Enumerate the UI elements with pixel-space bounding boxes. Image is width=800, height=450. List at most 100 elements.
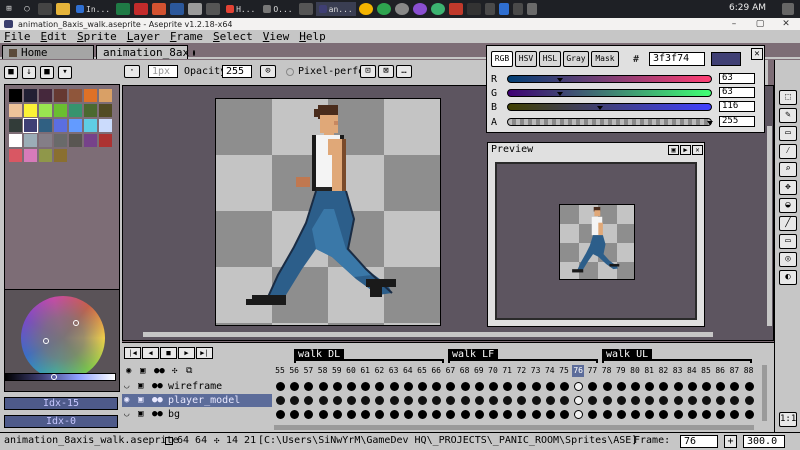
frame-number[interactable]: 65	[416, 365, 428, 377]
app-purple-icon[interactable]	[412, 3, 427, 15]
next-frame-button[interactable]: ▶	[178, 347, 195, 359]
palette-swatch[interactable]	[24, 89, 37, 102]
palette-swatch[interactable]	[54, 104, 67, 117]
palette-swatch[interactable]	[99, 104, 112, 117]
palette-swatch[interactable]	[54, 134, 67, 147]
timeline-cel[interactable]	[290, 410, 300, 419]
bg-visibility-icon[interactable]: ◡	[124, 408, 129, 421]
frame-number[interactable]: 58	[317, 365, 329, 377]
acrobat-icon[interactable]	[134, 3, 149, 15]
timeline-cel[interactable]	[645, 382, 655, 391]
pixel-perfect-checkbox[interactable]	[286, 68, 294, 76]
windows-start-icon[interactable]: ⊞	[2, 3, 16, 15]
maximize-button[interactable]: ▢	[748, 18, 772, 30]
green-thumb-icon[interactable]	[557, 92, 563, 96]
timeline-cel[interactable]	[375, 396, 385, 405]
timeline-cel[interactable]	[460, 396, 470, 405]
timeline-cel[interactable]	[489, 396, 498, 405]
blue-value[interactable]: 116	[719, 101, 755, 112]
pencil-tool-icon[interactable]: ✎	[779, 108, 797, 123]
timeline-cel[interactable]	[616, 382, 626, 391]
taskbar-app-1[interactable]: In...	[73, 2, 113, 16]
palette-swatch[interactable]	[9, 119, 22, 132]
palette-swatch[interactable]	[99, 119, 112, 132]
timeline-cel[interactable]	[616, 396, 626, 405]
frame-number[interactable]: 64	[402, 365, 414, 377]
timeline-vscroll[interactable]	[762, 365, 767, 421]
frame-number[interactable]: 88	[743, 365, 755, 377]
timeline-cel[interactable]	[588, 410, 598, 419]
timeline-cel[interactable]	[304, 382, 314, 391]
blue-slider[interactable]	[507, 103, 712, 111]
timeline-cel[interactable]	[432, 382, 442, 391]
menu-sprite[interactable]: Sprite	[73, 30, 123, 43]
palette-swatch[interactable]	[39, 119, 52, 132]
palette-swatch[interactable]	[9, 89, 22, 102]
word-icon[interactable]	[170, 3, 185, 15]
frame-number[interactable]: 60	[345, 365, 357, 377]
timeline-cel[interactable]	[446, 396, 456, 405]
frame-number[interactable]: 55	[274, 365, 286, 377]
timeline-cel[interactable]	[361, 410, 371, 419]
one-to-one-icon[interactable]: 1:1	[779, 412, 797, 427]
bucket-tool-icon[interactable]: ◒	[779, 198, 797, 213]
timeline-cel[interactable]	[560, 410, 569, 419]
timeline-cel[interactable]	[631, 410, 640, 419]
preview-close-icon[interactable]: ✕	[692, 145, 703, 155]
timeline-cel[interactable]	[645, 396, 655, 405]
rectangle-tool-icon[interactable]: ▭	[779, 234, 797, 249]
app-green-icon[interactable]	[376, 3, 391, 15]
timeline-cel[interactable]	[631, 382, 640, 391]
timeline-cel[interactable]	[290, 382, 300, 391]
tab-gray[interactable]: Gray	[563, 51, 589, 67]
blur-tool-icon[interactable]: ◐	[779, 270, 797, 285]
timeline-cel[interactable]	[403, 396, 413, 405]
timeline-cel[interactable]	[347, 396, 356, 405]
app-red-icon[interactable]	[448, 3, 463, 15]
red-thumb-icon[interactable]	[557, 78, 563, 82]
line-tool-icon[interactable]: ╱	[779, 216, 797, 231]
timeline-cel[interactable]	[716, 382, 726, 391]
timeline-cel[interactable]	[744, 382, 754, 391]
timeline-cel[interactable]	[347, 382, 356, 391]
timeline-cel[interactable]	[645, 410, 655, 419]
frame-number[interactable]: 71	[501, 365, 513, 377]
frame-number[interactable]: 77	[586, 365, 598, 377]
timeline-cel[interactable]	[716, 410, 726, 419]
frame-number[interactable]: 83	[672, 365, 684, 377]
app-dark-icon[interactable]	[466, 3, 481, 15]
settings-icon[interactable]	[298, 3, 313, 15]
opacity-input[interactable]: 255	[222, 65, 252, 78]
timeline-cel[interactable]	[304, 396, 314, 405]
frame-number[interactable]: 61	[359, 365, 371, 377]
timeline-cel[interactable]	[673, 382, 683, 391]
palette-swatch[interactable]	[39, 149, 52, 162]
tray-icon-3[interactable]	[526, 3, 537, 15]
tab-home[interactable]: Home	[2, 45, 94, 59]
timeline-cel[interactable]	[503, 410, 513, 419]
pen-icon[interactable]	[206, 3, 221, 15]
frame-number[interactable]: 74	[544, 365, 556, 377]
palette-menu-icon[interactable]: ▾	[58, 66, 72, 79]
frame-number[interactable]: 69	[473, 365, 485, 377]
timeline-cel[interactable]	[616, 410, 626, 419]
timeline-cel[interactable]	[290, 396, 300, 405]
palette-download-icon[interactable]: ↓	[22, 66, 36, 79]
palette-swatch[interactable]	[84, 119, 97, 132]
tab-animation[interactable]: animation_8ax	[96, 45, 196, 59]
timeline-cel[interactable]	[446, 410, 456, 419]
taskbar-app-2[interactable]: H...	[223, 2, 258, 16]
tray-icon-1[interactable]	[484, 3, 495, 15]
taskbar-clock[interactable]: 6:29 AM	[729, 3, 766, 13]
timeline-cel[interactable]	[545, 382, 555, 391]
timeline-cel[interactable]	[489, 382, 498, 391]
timeline-cel[interactable]	[545, 410, 555, 419]
app-green2-icon[interactable]	[430, 3, 445, 15]
wheel-bg-pin[interactable]	[43, 338, 49, 344]
timeline-cel[interactable]	[602, 382, 612, 391]
palette-swatch[interactable]	[84, 104, 97, 117]
timeline-hscroll[interactable]	[274, 425, 754, 430]
continuous-header-icon[interactable]: ●●	[154, 366, 165, 376]
timeline-cel[interactable]	[531, 396, 541, 405]
frame-number[interactable]: 57	[302, 365, 314, 377]
